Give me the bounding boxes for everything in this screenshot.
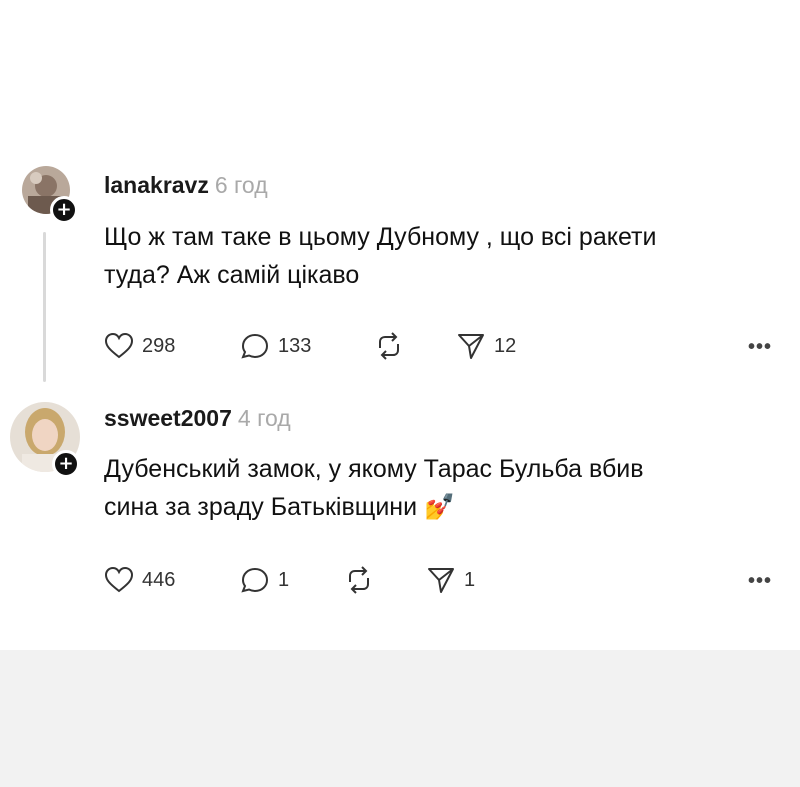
reply-count: 1 [278, 568, 290, 591]
post-text: Дубенський замок, у якому Тарас Бульба в… [104, 450, 704, 526]
username[interactable]: lanakravz [104, 172, 209, 198]
send-icon [426, 566, 456, 594]
post-text-line: туда? Аж самій цікаво [104, 261, 360, 289]
like-button[interactable]: 446 [104, 565, 175, 595]
post-text: Що ж там таке в цьому Дубному , що всі р… [104, 218, 704, 294]
share-button[interactable]: 12 [456, 331, 516, 361]
heart-icon [104, 332, 134, 360]
post-text-line: Дубенський замок, у якому Тарас Бульба в… [104, 455, 644, 483]
comment-icon [240, 332, 270, 360]
more-icon[interactable]: ••• [748, 336, 772, 359]
repost-button[interactable] [344, 565, 374, 595]
post-actions: 446 1 1 [104, 565, 784, 595]
post-header: ssweet2007 4 год [104, 405, 291, 432]
send-icon [456, 332, 486, 360]
share-count: 1 [464, 568, 476, 591]
background-strip [0, 650, 800, 787]
follow-plus-icon[interactable]: + [50, 196, 78, 224]
share-button[interactable]: 1 [426, 565, 475, 595]
like-button[interactable]: 298 [104, 331, 175, 361]
heart-icon [104, 566, 134, 594]
reply-button[interactable]: 1 [240, 565, 289, 595]
share-count: 12 [494, 334, 517, 357]
like-count: 298 [142, 334, 176, 357]
repost-button[interactable] [374, 331, 404, 361]
follow-plus-icon[interactable]: + [52, 450, 80, 478]
post-actions: 298 133 12 [104, 331, 784, 361]
post-text-line: сина за зраду Батьківщини 💅 [104, 493, 456, 521]
repost-icon [344, 566, 374, 594]
repost-icon [374, 332, 404, 360]
comment-icon [240, 566, 270, 594]
timestamp: 6 год [214, 172, 268, 198]
thread-card: + lanakravz 6 год Що ж там таке в цьому Д… [0, 0, 800, 650]
like-count: 446 [142, 568, 176, 591]
post-text-line: Що ж там таке в цьому Дубному , що всі р… [104, 223, 657, 251]
post-header: lanakravz 6 год [104, 172, 268, 199]
username[interactable]: ssweet2007 [104, 405, 232, 431]
thread-connector-line [43, 232, 46, 382]
reply-count: 133 [278, 334, 312, 357]
timestamp: 4 год [237, 405, 291, 431]
more-icon[interactable]: ••• [748, 570, 772, 593]
reply-button[interactable]: 133 [240, 331, 311, 361]
